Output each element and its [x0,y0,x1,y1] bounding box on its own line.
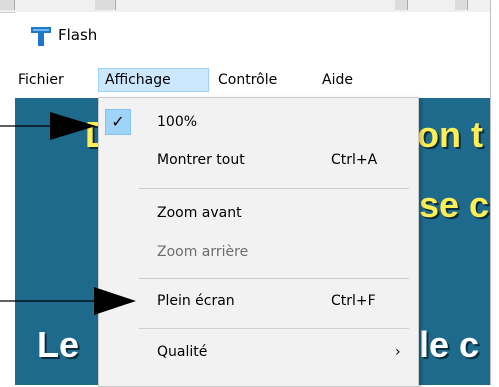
menu-aide[interactable]: Aide [316,68,359,92]
checkmark-icon: ✓ [105,109,131,135]
menu-item-label: Zoom avant [157,205,242,221]
content-text-fragment: on t [417,114,483,155]
background-tab [395,0,408,10]
menu-item-label: Zoom arrière [157,244,249,260]
menu-item-montrer-tout[interactable]: Montrer tout Ctrl+A [99,144,418,176]
title-bar[interactable]: Flash [15,12,491,62]
content-text-fragment: Le [37,324,80,365]
menu-fichier[interactable]: Fichier [12,68,70,92]
content-text-fragment: le c [419,324,480,365]
menu-item-label: Plein écran [157,293,235,309]
chevron-right-icon: › [395,344,401,360]
menu-shortcut: Ctrl+F [331,293,376,309]
menu-item-label: 100% [157,114,198,130]
menu-separator [139,188,409,189]
menu-item-plein-ecran[interactable]: Plein écran Ctrl+F [99,285,418,317]
content-text-fragment: se c [419,184,490,225]
window-edge [490,0,499,385]
menu-item-qualite[interactable]: Qualité › [99,336,418,368]
menu-controle[interactable]: Contrôle [212,68,283,92]
menu-item-100-percent[interactable]: ✓ 100% [99,106,418,138]
menu-item-label: Qualité [157,344,208,360]
affichage-dropdown-menu: ✓ 100% Montrer tout Ctrl+A Zoom avant Zo… [98,97,419,387]
background-tab [455,0,468,10]
background-tab [0,0,15,10]
menu-separator [139,278,409,279]
menu-item-zoom-avant[interactable]: Zoom avant [99,197,418,229]
background-tab [95,0,116,10]
menu-affichage[interactable]: Affichage [98,68,209,92]
menu-separator [139,328,409,329]
flash-t-icon [31,27,51,46]
window-title: Flash [58,26,98,44]
menu-item-label: Montrer tout [157,152,245,168]
menu-shortcut: Ctrl+A [331,152,378,168]
menu-item-zoom-arriere: Zoom arrière [99,236,418,268]
menu-bar: Fichier Affichage Contrôle Aide [15,68,491,94]
